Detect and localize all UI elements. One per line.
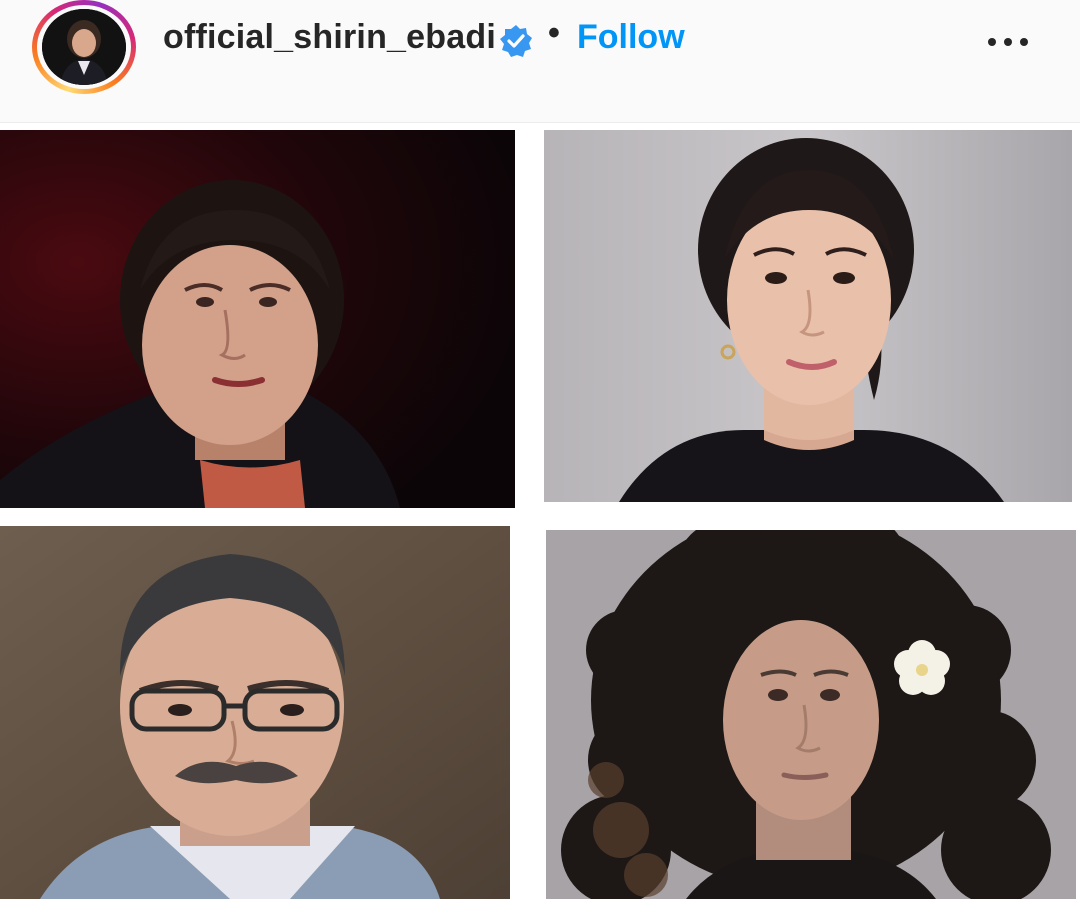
- verified-badge-icon: [499, 24, 533, 58]
- more-options-icon[interactable]: [980, 26, 1036, 56]
- portrait-photo-3[interactable]: [0, 526, 510, 899]
- portrait-photo-4[interactable]: [546, 530, 1076, 899]
- follow-button[interactable]: Follow: [577, 18, 685, 57]
- avatar[interactable]: [42, 9, 126, 85]
- separator-dot: •: [548, 14, 560, 52]
- post-header: official_shirin_ebadi • Follow: [0, 0, 1080, 123]
- story-ring[interactable]: [32, 0, 136, 94]
- portrait-photo-1[interactable]: [0, 130, 515, 508]
- username[interactable]: official_shirin_ebadi: [163, 18, 496, 57]
- portrait-photo-2[interactable]: [544, 130, 1072, 502]
